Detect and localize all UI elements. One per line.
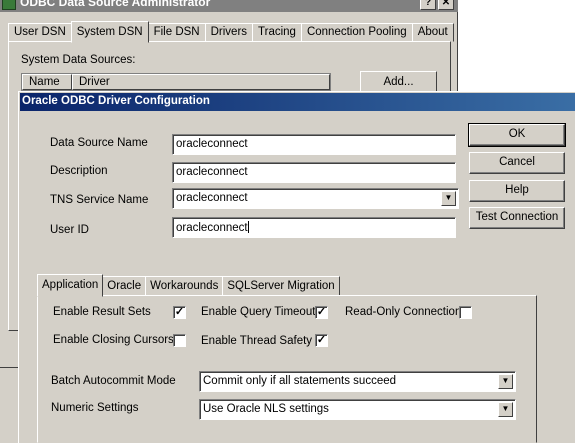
dialog-title: Oracle ODBC Driver Configuration [22, 95, 210, 107]
user-id-label: User ID [50, 224, 89, 236]
batch-autocommit-label: Batch Autocommit Mode [51, 375, 176, 387]
tab-sqlserver-migration[interactable]: SQLServer Migration [222, 276, 340, 296]
odbc-app-icon [2, 0, 16, 10]
read-only-connection-checkbox[interactable] [459, 306, 472, 319]
system-data-sources-label: System Data Sources: [21, 54, 136, 66]
enable-thread-safety-label: Enable Thread Safety [201, 335, 313, 347]
dialog-titlebar[interactable]: Oracle ODBC Driver Configuration [20, 93, 575, 111]
cancel-button[interactable]: Cancel [469, 152, 565, 174]
data-source-name-label: Data Source Name [50, 137, 148, 149]
batch-autocommit-value: Commit only if all statements succeed [203, 375, 397, 387]
tab-workarounds[interactable]: Workarounds [145, 276, 224, 296]
text-caret [247, 221, 249, 233]
tab-about[interactable]: About [411, 23, 454, 42]
tab-file-dsn[interactable]: File DSN [147, 23, 206, 42]
description-label: Description [50, 165, 108, 177]
help-title-button[interactable]: ? [420, 0, 436, 10]
batch-autocommit-dropdown[interactable]: Commit only if all statements succeed ▼ [199, 371, 516, 392]
test-connection-button[interactable]: Test Connection [469, 207, 565, 229]
read-only-connection-label: Read-Only Connection [345, 306, 462, 318]
chevron-down-icon[interactable]: ▼ [441, 191, 456, 206]
odbc-admin-tabs: User DSN System DSN File DSN Drivers Tra… [8, 21, 454, 43]
tab-application[interactable]: Application [37, 274, 104, 297]
enable-closing-cursors-label: Enable Closing Cursors [53, 334, 174, 346]
user-id-field[interactable]: oracleconnect [172, 217, 456, 238]
data-source-name-field[interactable]: oracleconnect [172, 134, 456, 155]
tns-service-name-value: oracleconnect [176, 192, 248, 204]
column-header-name[interactable]: Name [22, 74, 72, 90]
numeric-settings-label: Numeric Settings [51, 402, 139, 414]
odbc-admin-title: ODBC Data Source Administrator [20, 0, 211, 9]
config-tabs: Application Oracle Workarounds SQLServer… [37, 272, 340, 297]
description-field[interactable]: oracleconnect [172, 162, 456, 183]
user-id-value: oracleconnect [176, 222, 248, 234]
chevron-down-icon[interactable]: ▼ [498, 402, 513, 417]
tab-tracing[interactable]: Tracing [252, 23, 302, 42]
data-sources-list[interactable]: Name Driver [21, 73, 331, 91]
enable-query-timeout-checkbox[interactable]: ✓ [315, 306, 328, 319]
enable-result-sets-checkbox[interactable]: ✓ [173, 306, 186, 319]
enable-result-sets-label: Enable Result Sets [53, 306, 151, 318]
tab-oracle[interactable]: Oracle [102, 276, 147, 296]
odbc-admin-titlebar[interactable]: ODBC Data Source Administrator ? ✕ [0, 0, 458, 12]
tab-system-dsn[interactable]: System DSN [70, 21, 149, 43]
chevron-down-icon[interactable]: ▼ [498, 374, 513, 389]
odbc-admin-window-edge [0, 368, 20, 443]
column-header-driver[interactable]: Driver [72, 74, 330, 90]
close-title-button[interactable]: ✕ [438, 0, 454, 10]
enable-closing-cursors-checkbox[interactable] [173, 334, 186, 347]
tab-connection-pooling[interactable]: Connection Pooling [300, 23, 413, 42]
add-button[interactable]: Add... [360, 71, 437, 93]
numeric-settings-dropdown[interactable]: Use Oracle NLS settings ▼ [199, 399, 516, 420]
tab-drivers[interactable]: Drivers [204, 23, 254, 42]
numeric-settings-value: Use Oracle NLS settings [203, 403, 329, 415]
enable-thread-safety-checkbox[interactable]: ✓ [315, 334, 328, 347]
enable-query-timeout-label: Enable Query Timeout [201, 306, 316, 318]
tns-service-name-label: TNS Service Name [50, 194, 149, 206]
tns-service-name-dropdown[interactable]: oracleconnect ▼ [172, 188, 459, 209]
ok-button[interactable]: OK [468, 123, 566, 147]
help-button[interactable]: Help [469, 180, 565, 202]
tab-user-dsn[interactable]: User DSN [8, 23, 72, 42]
